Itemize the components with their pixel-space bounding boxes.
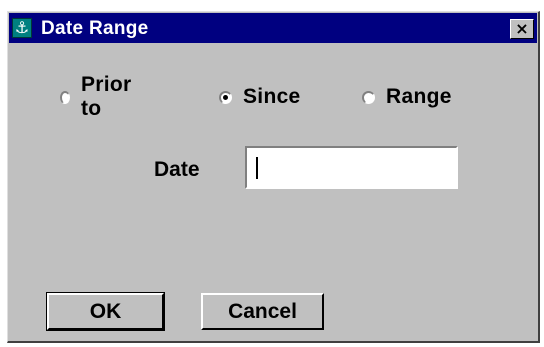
text-caret [256,157,258,179]
title-bar[interactable]: ⚓ Date Range × [9,13,537,43]
cancel-button[interactable]: Cancel [201,293,324,330]
anchor-icon[interactable]: ⚓ [12,18,32,38]
date-field[interactable] [245,146,458,189]
radio-button-icon[interactable] [219,90,232,104]
radio-prior-to-label[interactable]: Prior to [81,73,135,121]
radio-since[interactable]: Since [219,85,301,109]
radio-button-icon[interactable] [362,90,375,104]
close-button[interactable]: × [510,19,534,39]
radio-selected-dot-icon [223,94,228,100]
radio-range[interactable]: Range [362,85,452,109]
ok-button[interactable]: OK [46,292,165,331]
radio-since-label[interactable]: Since [243,85,301,109]
date-label: Date [154,158,200,181]
radio-button-icon[interactable] [60,90,70,104]
radio-range-label[interactable]: Range [386,85,452,109]
window-title: Date Range [41,18,149,39]
date-range-dialog: ⚓ Date Range × Prior to Since Range Date… [7,11,540,343]
radio-prior-to[interactable]: Prior to [60,73,135,120]
